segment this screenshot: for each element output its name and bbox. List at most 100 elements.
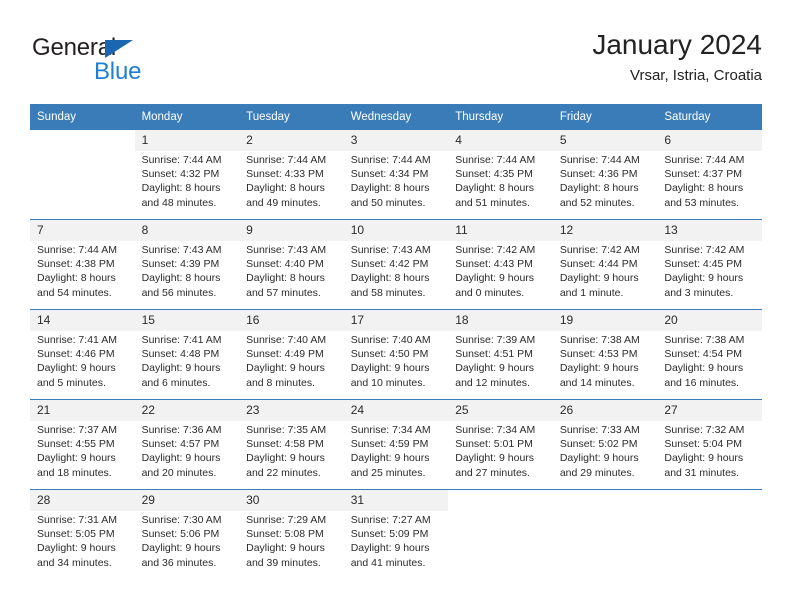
day-number: 16 bbox=[239, 310, 344, 331]
calendar-day-cell[interactable]: 7 Sunrise: 7:44 AM Sunset: 4:38 PM Daylight… bbox=[30, 219, 135, 310]
daylight-duration-line1: Daylight: 9 hours bbox=[350, 362, 430, 375]
daylight-duration-line1: Daylight: 9 hours bbox=[455, 272, 535, 285]
daylight-duration-line1: Daylight: 9 hours bbox=[455, 362, 535, 375]
calendar-day-cell[interactable]: 22 Sunrise: 7:36 AM Sunset: 4:57 PM Dayligh… bbox=[134, 399, 240, 490]
day-sun-info: Sunrise: 7:32 AM Sunset: 5:04 PM Daylight:… bbox=[657, 421, 762, 480]
day-number: 23 bbox=[239, 400, 344, 421]
sunrise-time: Sunrise: 7:44 AM bbox=[37, 244, 117, 256]
calendar-day-cell[interactable]: 15 Sunrise: 7:41 AM Sunset: 4:48 PM Dayligh… bbox=[134, 309, 240, 400]
daylight-duration-line2: and 57 minutes. bbox=[246, 286, 321, 299]
daylight-duration-line2: and 54 minutes. bbox=[37, 286, 112, 299]
daylight-duration-line2: and 51 minutes. bbox=[455, 196, 530, 209]
calendar-day-cell[interactable]: 19 Sunrise: 7:38 AM Sunset: 4:53 PM Dayligh… bbox=[552, 309, 658, 400]
daylight-duration-line1: Daylight: 8 hours bbox=[141, 272, 221, 285]
daylight-duration-line1: Daylight: 9 hours bbox=[246, 542, 325, 555]
sunset-time: Sunset: 4:33 PM bbox=[246, 168, 324, 181]
logo-triangle-icon bbox=[105, 40, 133, 58]
daylight-duration-line1: Daylight: 8 hours bbox=[246, 272, 325, 285]
calendar-day-cell[interactable]: 28 Sunrise: 7:31 AM Sunset: 5:05 PM Dayligh… bbox=[30, 489, 135, 579]
sunrise-time: Sunrise: 7:44 AM bbox=[455, 154, 536, 166]
day-cell-content: 22 Sunrise: 7:36 AM Sunset: 4:57 PM Dayligh… bbox=[134, 400, 240, 489]
calendar-day-cell[interactable]: 6 Sunrise: 7:44 AM Sunset: 4:37 PM Daylight… bbox=[657, 130, 762, 220]
calendar-day-cell[interactable]: 30 Sunrise: 7:29 AM Sunset: 5:08 PM Dayligh… bbox=[239, 489, 344, 579]
calendar-day-cell[interactable]: 2 Sunrise: 7:44 AM Sunset: 4:33 PM Daylight… bbox=[239, 130, 344, 220]
sunrise-time: Sunrise: 7:43 AM bbox=[246, 244, 327, 256]
calendar-day-cell[interactable]: 31 Sunrise: 7:27 AM Sunset: 5:09 PM Dayligh… bbox=[343, 489, 449, 579]
day-number: 14 bbox=[30, 310, 135, 331]
daylight-duration-line2: and 1 minute. bbox=[559, 286, 624, 299]
daylight-duration-line1: Daylight: 9 hours bbox=[664, 362, 744, 375]
daylight-duration-line1: Daylight: 9 hours bbox=[246, 362, 325, 375]
page-subtitle: Vrsar, Istria, Croatia bbox=[630, 67, 762, 84]
calendar-day-cell[interactable]: 8 Sunrise: 7:43 AM Sunset: 4:39 PM Daylight… bbox=[134, 219, 240, 310]
sunset-time: Sunset: 4:37 PM bbox=[664, 168, 743, 181]
day-cell-content: 31 Sunrise: 7:27 AM Sunset: 5:09 PM Dayligh… bbox=[343, 490, 449, 579]
daylight-duration-line1: Daylight: 8 hours bbox=[141, 182, 221, 195]
sunset-time: Sunset: 5:05 PM bbox=[37, 528, 115, 541]
day-sun-info: Sunrise: 7:37 AM Sunset: 4:55 PM Daylight:… bbox=[30, 421, 135, 480]
weekday-header-monday: Monday bbox=[134, 104, 240, 130]
calendar-day-cell bbox=[448, 489, 553, 579]
sunrise-time: Sunrise: 7:41 AM bbox=[141, 334, 222, 346]
sunrise-time: Sunrise: 7:42 AM bbox=[664, 244, 745, 256]
calendar-day-cell[interactable]: 10 Sunrise: 7:43 AM Sunset: 4:42 PM Dayligh… bbox=[343, 219, 449, 310]
day-cell-content: 28 Sunrise: 7:31 AM Sunset: 5:05 PM Dayligh… bbox=[30, 490, 135, 579]
calendar-day-cell[interactable]: 12 Sunrise: 7:42 AM Sunset: 4:44 PM Dayligh… bbox=[552, 219, 658, 310]
calendar-day-cell[interactable]: 16 Sunrise: 7:40 AM Sunset: 4:49 PM Dayligh… bbox=[239, 309, 344, 400]
calendar-day-cell[interactable]: 9 Sunrise: 7:43 AM Sunset: 4:40 PM Daylight… bbox=[239, 219, 344, 310]
calendar-day-cell[interactable]: 25 Sunrise: 7:34 AM Sunset: 5:01 PM Dayligh… bbox=[448, 399, 553, 490]
calendar-day-cell[interactable]: 5 Sunrise: 7:44 AM Sunset: 4:36 PM Daylight… bbox=[552, 130, 658, 220]
calendar-day-cell[interactable]: 17 Sunrise: 7:40 AM Sunset: 4:50 PM Dayligh… bbox=[343, 309, 449, 400]
day-sun-info: Sunrise: 7:35 AM Sunset: 4:58 PM Daylight:… bbox=[239, 421, 344, 480]
day-sun-info: Sunrise: 7:34 AM Sunset: 4:59 PM Daylight:… bbox=[344, 421, 449, 480]
calendar-day-cell[interactable]: 23 Sunrise: 7:35 AM Sunset: 4:58 PM Dayligh… bbox=[239, 399, 344, 490]
day-number: 2 bbox=[239, 130, 344, 151]
sunrise-time: Sunrise: 7:29 AM bbox=[246, 514, 327, 526]
calendar-day-cell[interactable]: 26 Sunrise: 7:33 AM Sunset: 5:02 PM Dayligh… bbox=[552, 399, 658, 490]
title-block: January 2024 Vrsar, Istria, Croatia bbox=[592, 28, 762, 87]
daylight-duration-line2: and 50 minutes. bbox=[350, 196, 426, 209]
daylight-duration-line1: Daylight: 8 hours bbox=[350, 182, 430, 195]
day-sun-info: Sunrise: 7:44 AM Sunset: 4:32 PM Daylight:… bbox=[135, 151, 240, 210]
sunset-time: Sunset: 4:35 PM bbox=[455, 168, 533, 181]
daylight-duration-line1: Daylight: 9 hours bbox=[37, 542, 116, 555]
day-number bbox=[448, 490, 553, 511]
sunset-time: Sunset: 4:32 PM bbox=[141, 168, 220, 181]
sunrise-time: Sunrise: 7:44 AM bbox=[246, 154, 327, 166]
day-sun-info: Sunrise: 7:44 AM Sunset: 4:34 PM Daylight:… bbox=[344, 151, 449, 210]
calendar-day-cell[interactable]: 27 Sunrise: 7:32 AM Sunset: 5:04 PM Dayligh… bbox=[657, 399, 762, 490]
sunset-time: Sunset: 4:51 PM bbox=[455, 348, 533, 361]
day-sun-info: Sunrise: 7:44 AM Sunset: 4:35 PM Daylight:… bbox=[448, 151, 553, 210]
calendar-day-cell[interactable]: 14 Sunrise: 7:41 AM Sunset: 4:46 PM Dayligh… bbox=[30, 309, 135, 400]
calendar-day-cell[interactable]: 11 Sunrise: 7:42 AM Sunset: 4:43 PM Dayligh… bbox=[448, 219, 553, 310]
day-sun-info: Sunrise: 7:27 AM Sunset: 5:09 PM Daylight:… bbox=[344, 511, 449, 570]
daylight-duration-line2: and 34 minutes. bbox=[37, 556, 112, 569]
weekday-header-sunday: Sunday bbox=[30, 104, 135, 130]
calendar-day-cell[interactable]: 1 Sunrise: 7:44 AM Sunset: 4:32 PM Daylight… bbox=[134, 130, 240, 220]
sunrise-time: Sunrise: 7:42 AM bbox=[455, 244, 536, 256]
sunrise-time: Sunrise: 7:38 AM bbox=[559, 334, 640, 346]
calendar-day-cell[interactable]: 18 Sunrise: 7:39 AM Sunset: 4:51 PM Dayligh… bbox=[448, 309, 553, 400]
sunrise-time: Sunrise: 7:33 AM bbox=[559, 424, 640, 436]
day-cell-content: 15 Sunrise: 7:41 AM Sunset: 4:48 PM Dayligh… bbox=[134, 310, 240, 399]
calendar-day-cell[interactable]: 29 Sunrise: 7:30 AM Sunset: 5:06 PM Dayligh… bbox=[134, 489, 240, 579]
page-title: January 2024 bbox=[592, 29, 762, 60]
sunset-time: Sunset: 5:08 PM bbox=[246, 528, 324, 541]
calendar-day-cell[interactable]: 21 Sunrise: 7:37 AM Sunset: 4:55 PM Dayligh… bbox=[30, 399, 135, 490]
calendar-day-cell[interactable]: 20 Sunrise: 7:38 AM Sunset: 4:54 PM Dayligh… bbox=[657, 309, 762, 400]
day-sun-info: Sunrise: 7:42 AM Sunset: 4:43 PM Daylight:… bbox=[448, 241, 553, 300]
calendar-day-cell[interactable]: 24 Sunrise: 7:34 AM Sunset: 4:59 PM Dayligh… bbox=[343, 399, 449, 490]
sunset-time: Sunset: 4:38 PM bbox=[37, 258, 115, 271]
day-cell-content: 25 Sunrise: 7:34 AM Sunset: 5:01 PM Dayligh… bbox=[448, 400, 553, 489]
daylight-duration-line2: and 27 minutes. bbox=[455, 466, 530, 479]
day-cell-content: 21 Sunrise: 7:37 AM Sunset: 4:55 PM Dayligh… bbox=[30, 400, 135, 489]
calendar-day-cell[interactable]: 4 Sunrise: 7:44 AM Sunset: 4:35 PM Daylight… bbox=[448, 130, 553, 220]
calendar-day-cell bbox=[552, 489, 658, 579]
day-number: 11 bbox=[448, 220, 553, 241]
calendar-day-cell[interactable]: 3 Sunrise: 7:44 AM Sunset: 4:34 PM Daylight… bbox=[343, 130, 449, 220]
daylight-duration-line2: and 49 minutes. bbox=[246, 196, 321, 209]
calendar-day-cell[interactable]: 13 Sunrise: 7:42 AM Sunset: 4:45 PM Dayligh… bbox=[657, 219, 762, 310]
sunset-time: Sunset: 4:45 PM bbox=[664, 258, 743, 271]
day-sun-info: Sunrise: 7:38 AM Sunset: 4:54 PM Daylight:… bbox=[657, 331, 762, 390]
day-number: 3 bbox=[343, 130, 449, 151]
